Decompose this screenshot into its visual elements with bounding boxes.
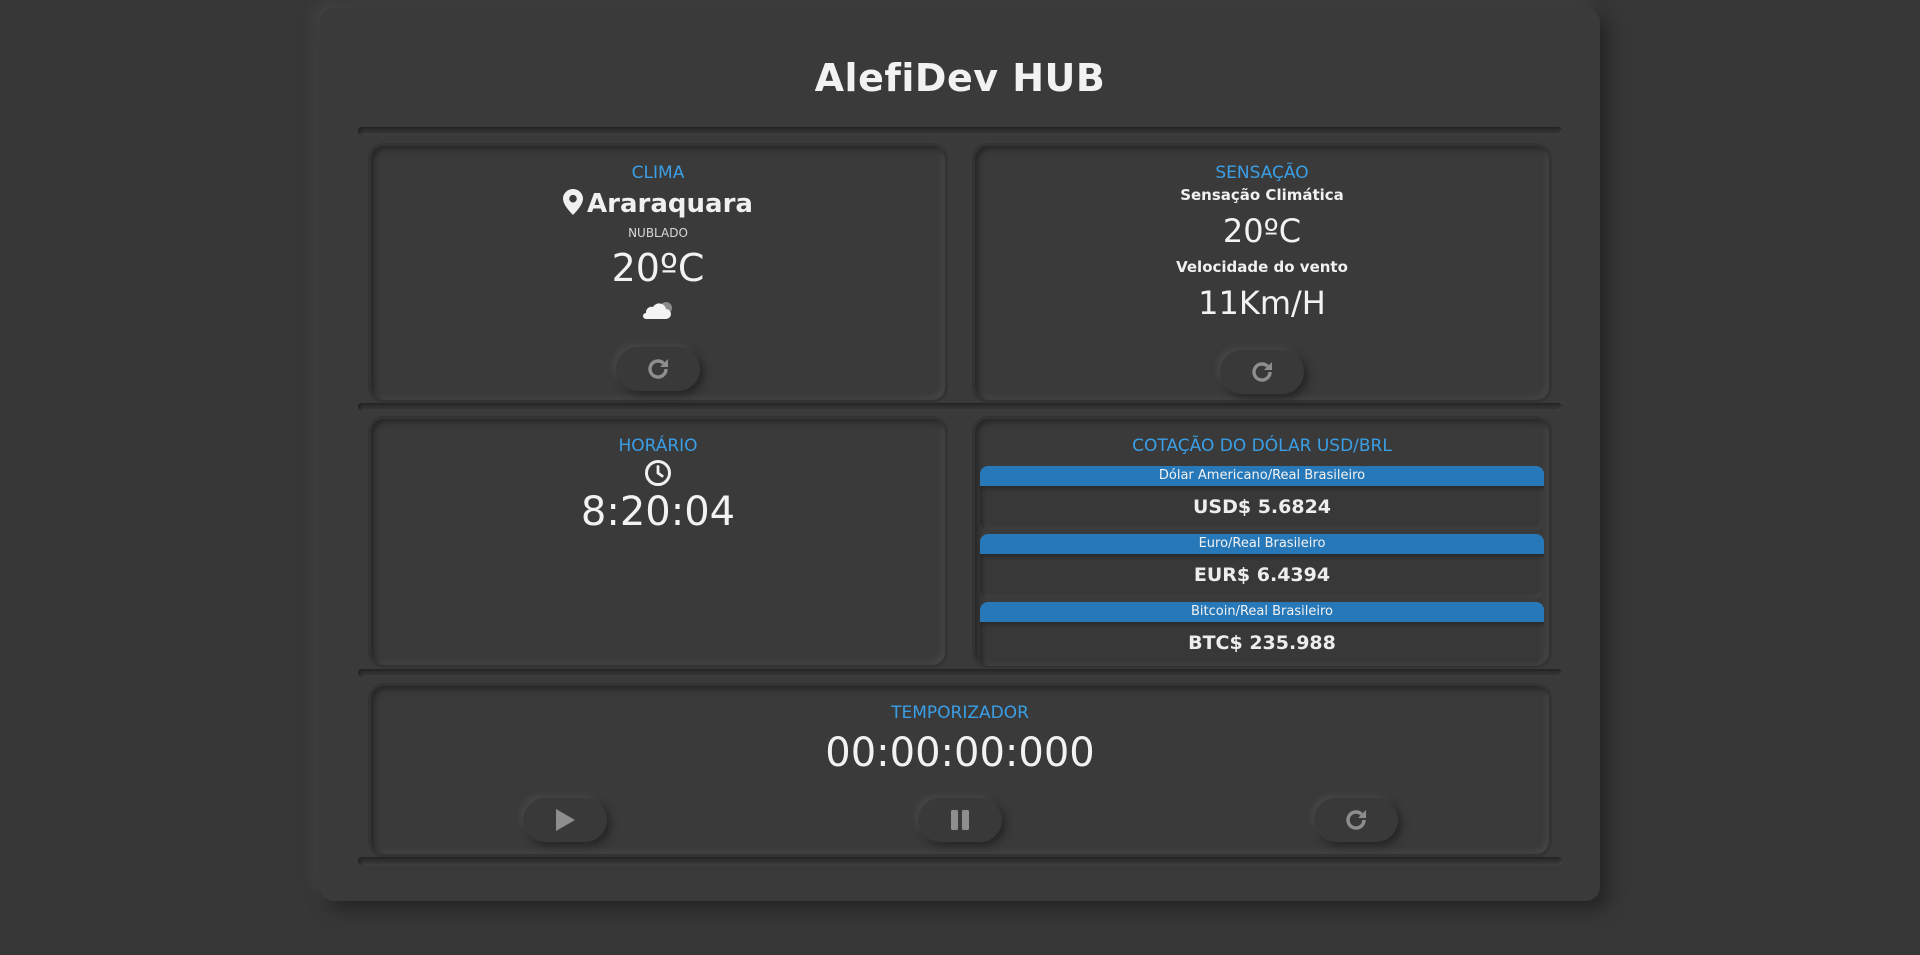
clock-card-title: HORÁRIO bbox=[618, 436, 698, 456]
city-name: Araraquara bbox=[587, 189, 753, 219]
weather-location: Araraquara bbox=[371, 189, 945, 222]
refresh-icon bbox=[1346, 810, 1366, 830]
feels-like-value: 20ºC bbox=[1222, 212, 1302, 250]
pause-icon bbox=[951, 810, 969, 830]
rate-btc-label: Bitcoin/Real Brasileiro bbox=[980, 602, 1544, 622]
timer-play-button[interactable] bbox=[523, 798, 607, 842]
page-title: AlefiDev HUB bbox=[814, 56, 1106, 100]
timer-display: 00:00:00:000 bbox=[825, 730, 1095, 776]
timer-title: TEMPORIZADOR bbox=[891, 703, 1029, 723]
rate-usd-value: USD$ 5.6824 bbox=[980, 486, 1544, 530]
wind-speed-value: 11Km/H bbox=[1198, 284, 1326, 322]
weather-condition: NUBLADO bbox=[628, 226, 688, 240]
sensation-card-title: SENSAÇÃO bbox=[1215, 163, 1309, 183]
clock-card: HORÁRIO 8:20:04 bbox=[368, 416, 948, 668]
rate-btc-value: BTC$ 235.988 bbox=[980, 622, 1544, 666]
refresh-icon bbox=[1252, 362, 1272, 382]
weather-temperature: 20ºC bbox=[611, 246, 705, 290]
wind-speed-label: Velocidade do vento bbox=[1176, 258, 1348, 276]
sensation-card: SENSAÇÃO Sensação Climática 20ºC Velocid… bbox=[972, 143, 1552, 403]
play-icon bbox=[556, 809, 575, 831]
cloud-icon bbox=[371, 299, 945, 325]
timer-card: TEMPORIZADOR 00:00:00:000 bbox=[368, 683, 1552, 857]
weather-card: CLIMA Araraquara NUBLADO 20ºC bbox=[368, 143, 948, 403]
clock-icon bbox=[371, 459, 945, 491]
exchange-rates-title: COTAÇÃO DO DÓLAR USD/BRL bbox=[1132, 436, 1392, 456]
sensation-refresh-button[interactable] bbox=[1220, 350, 1304, 394]
timer-reset-button[interactable] bbox=[1314, 798, 1398, 842]
timer-pause-button[interactable] bbox=[918, 798, 1002, 842]
weather-card-title: CLIMA bbox=[631, 163, 685, 183]
divider bbox=[358, 857, 1562, 865]
exchange-rates-card: COTAÇÃO DO DÓLAR USD/BRL Dólar Americano… bbox=[972, 416, 1552, 668]
clock-time: 8:20:04 bbox=[580, 489, 736, 535]
refresh-icon bbox=[648, 359, 668, 379]
feels-like-label: Sensação Climática bbox=[1180, 186, 1344, 204]
rate-eur-value: EUR$ 6.4394 bbox=[980, 554, 1544, 598]
divider bbox=[358, 403, 1562, 411]
weather-refresh-button[interactable] bbox=[616, 347, 700, 391]
divider bbox=[358, 669, 1562, 677]
rate-usd-label: Dólar Americano/Real Brasileiro bbox=[980, 466, 1544, 486]
divider bbox=[358, 127, 1562, 135]
rate-eur-label: Euro/Real Brasileiro bbox=[980, 534, 1544, 554]
hub-panel: AlefiDev HUB CLIMA Araraquara NUBLADO 20… bbox=[320, 8, 1600, 901]
map-pin-icon bbox=[563, 189, 584, 222]
